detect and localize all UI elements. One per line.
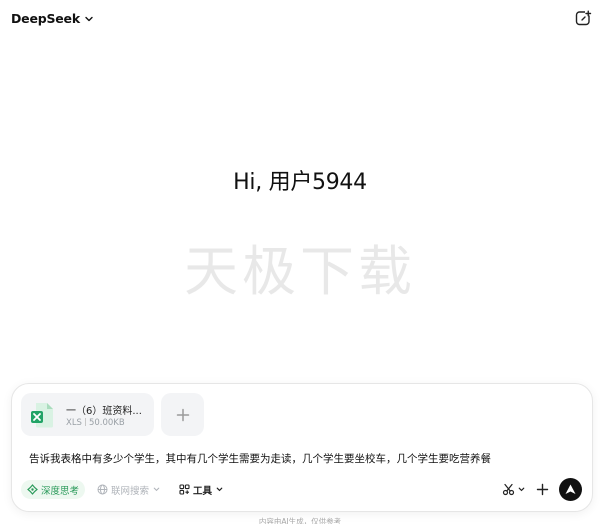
watermark: 天极下载: [184, 240, 416, 303]
globe-icon: [97, 484, 108, 495]
tools-icon: [179, 484, 190, 495]
chevron-down-icon: [85, 16, 93, 21]
attachment-size: 50.00KB: [88, 418, 125, 428]
plus-icon: [176, 408, 189, 421]
deep-think-icon: [27, 484, 38, 495]
send-arrow-icon: [565, 484, 576, 494]
tools-menu[interactable]: 工具: [173, 480, 230, 499]
greeting-title: Hi, 用户5944: [233, 170, 367, 195]
chevron-down-icon: [518, 487, 525, 492]
ai-disclaimer: 内容由AI生成，仅供参考: [258, 517, 342, 524]
web-search-toggle[interactable]: 联网搜索: [91, 480, 167, 499]
plus-icon: [536, 483, 549, 496]
chat-composer: 一（6）班资料... XLS 50.00KB 告诉我表格中有多少个学生，其中有几个…: [11, 383, 593, 512]
top-bar: DeepSeek: [0, 0, 600, 38]
attachment-type: XLS: [66, 418, 82, 428]
web-search-label: 联网搜索: [111, 485, 150, 497]
add-attachment-button[interactable]: [161, 393, 204, 436]
deep-think-label: 深度思考: [41, 485, 80, 497]
deep-think-toggle[interactable]: 深度思考: [21, 480, 86, 499]
meta-divider: [84, 418, 86, 426]
composer-options: 深度思考 联网搜索 工具: [21, 480, 230, 499]
add-button[interactable]: [536, 483, 549, 496]
prompt-input[interactable]: 告诉我表格中有多少个学生，其中有几个学生需要为走读，几个学生要坐校车，几个学生要…: [29, 451, 491, 466]
composer-actions: [502, 478, 582, 501]
chevron-down-icon: [153, 487, 160, 492]
excel-file-icon: [31, 403, 53, 428]
attachment-name: 一（6）班资料...: [66, 406, 142, 417]
chevron-down-icon: [216, 487, 223, 492]
tools-label: 工具: [193, 485, 213, 497]
attachment-card[interactable]: 一（6）班资料... XLS 50.00KB: [21, 393, 154, 436]
attachment-meta: XLS 50.00KB: [66, 418, 125, 428]
send-button[interactable]: [559, 478, 582, 501]
scissors-icon: [502, 483, 515, 496]
scissors-menu-button[interactable]: [502, 483, 526, 496]
new-chat-button[interactable]: [574, 9, 592, 27]
model-selector[interactable]: DeepSeek: [11, 11, 94, 26]
brand-name: DeepSeek: [11, 11, 80, 26]
new-chat-icon: [575, 10, 592, 26]
